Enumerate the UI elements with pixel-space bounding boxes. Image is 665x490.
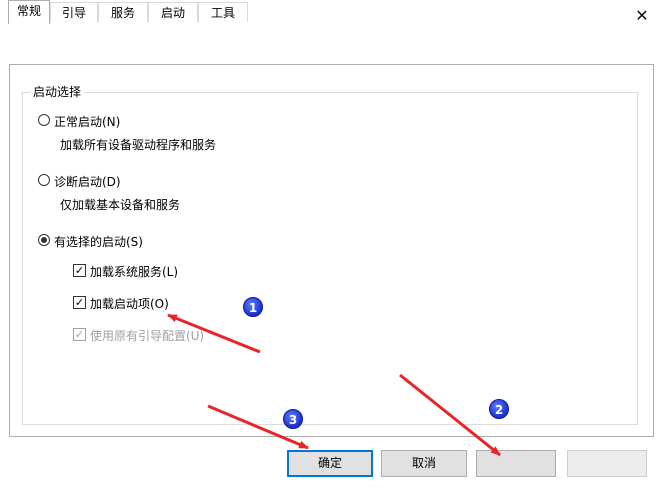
- callout-1: 1: [243, 297, 263, 317]
- callout-2: 2: [489, 399, 509, 419]
- normal-startup-label[interactable]: 正常启动(N): [54, 113, 120, 130]
- apply-button[interactable]: [476, 450, 556, 477]
- help-button: [567, 450, 647, 477]
- tab-label: 引导: [61, 6, 86, 20]
- selective-startup-label[interactable]: 有选择的启动(S): [54, 233, 143, 250]
- use-original-boot-label: 使用原有引导配置(U): [90, 329, 205, 343]
- load-startup-items-checkbox[interactable]: ✓: [73, 296, 86, 309]
- load-services-label[interactable]: 加载系统服务(L): [90, 263, 178, 280]
- ok-button[interactable]: 确定: [287, 450, 373, 477]
- cancel-button[interactable]: 取消: [381, 450, 467, 477]
- tab-label: 服务: [110, 6, 135, 20]
- button-label: 确定: [317, 456, 342, 470]
- close-button[interactable]: ✕: [619, 0, 665, 31]
- tab-services[interactable]: 服务: [98, 2, 148, 22]
- diagnostic-startup-radio[interactable]: [38, 174, 50, 186]
- button-label: 取消: [411, 456, 436, 470]
- use-original-boot-checkbox: ✓: [73, 328, 86, 341]
- close-icon: ✕: [635, 6, 649, 25]
- tab-startup[interactable]: 启动: [148, 2, 198, 22]
- diagnostic-startup-label[interactable]: 诊断启动(D): [54, 173, 121, 190]
- tab-label: 常规: [16, 4, 41, 18]
- tab-boot[interactable]: 引导: [50, 2, 98, 22]
- selective-startup-radio[interactable]: [38, 234, 50, 246]
- tab-label: 工具: [210, 6, 235, 20]
- check-icon: ✓: [74, 328, 85, 341]
- group-title: 启动选择: [30, 83, 85, 100]
- normal-startup-description: 加载所有设备驱动程序和服务: [60, 138, 217, 152]
- callout-3: 3: [283, 409, 303, 429]
- tab-general[interactable]: 常规: [8, 0, 50, 24]
- load-services-checkbox[interactable]: ✓: [73, 264, 86, 277]
- check-icon: ✓: [74, 296, 85, 309]
- normal-startup-radio[interactable]: [38, 114, 50, 126]
- load-startup-items-label[interactable]: 加载启动项(O): [90, 295, 169, 312]
- check-icon: ✓: [74, 264, 85, 277]
- tab-label: 启动: [160, 6, 185, 20]
- tab-tools[interactable]: 工具: [198, 2, 248, 22]
- diagnostic-startup-description: 仅加载基本设备和服务: [60, 198, 181, 212]
